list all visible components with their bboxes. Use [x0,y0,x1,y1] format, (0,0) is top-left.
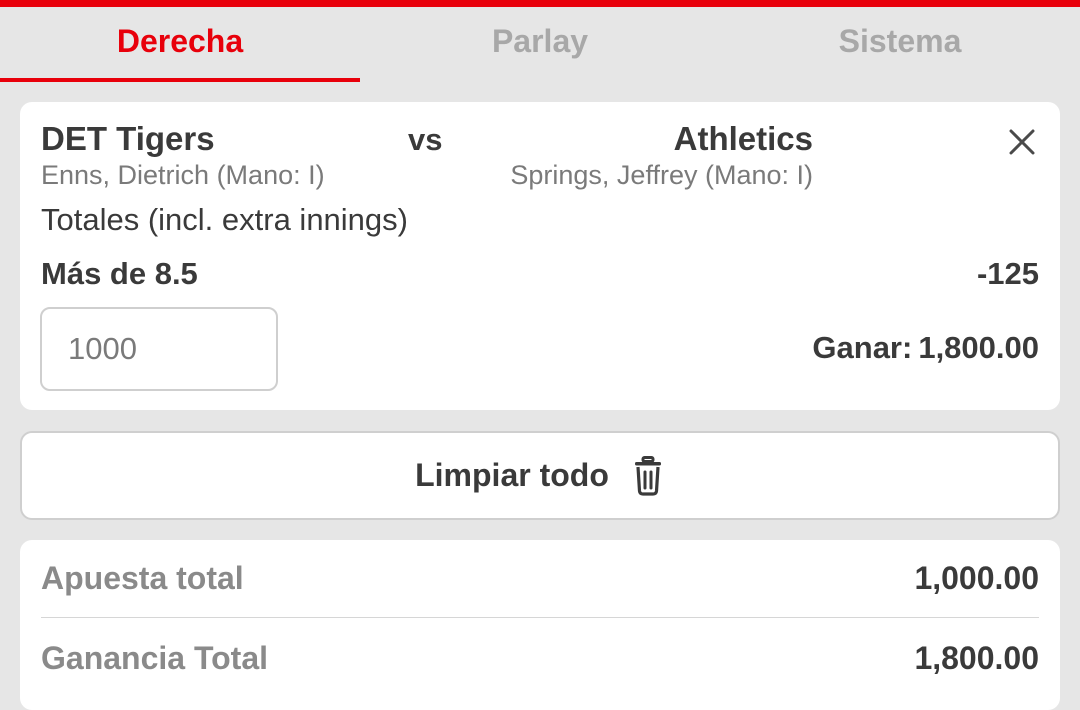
total-stake-row: Apuesta total 1,000.00 [41,540,1039,618]
total-win-row: Ganancia Total 1,800.00 [41,619,1039,697]
tab-parlay[interactable]: Parlay [360,7,720,82]
close-icon[interactable] [1006,126,1038,158]
win-value: 1,800.00 [918,330,1039,365]
top-accent-bar [0,0,1080,7]
total-win-label: Ganancia Total [41,639,269,676]
total-stake-value: 1,000.00 [914,560,1039,596]
trash-icon [631,455,665,496]
total-win-value: 1,800.00 [914,639,1039,676]
odds-value: -125 [976,256,1039,291]
bet-summary: Apuesta total 1,000.00 Ganancia Total 1,… [20,540,1060,710]
away-pitcher: Springs, Jeffrey (Mano: I) [510,160,813,190]
away-team-name: Athletics [673,120,813,157]
vs-label: vs [408,122,443,157]
selection-name: Más de 8.5 [41,256,198,291]
stake-input[interactable] [40,307,278,391]
tab-derecha[interactable]: Derecha [0,7,360,82]
market-name: Totales (incl. extra innings) [41,202,408,237]
clear-all-button[interactable]: Limpiar todo [20,431,1060,520]
bet-slip-card: DET Tigers vs Athletics Enns, Dietrich (… [20,102,1060,410]
total-stake-label: Apuesta total [41,560,244,596]
clear-all-label: Limpiar todo [415,457,609,493]
home-pitcher: Enns, Dietrich (Mano: I) [41,160,325,190]
win-label: Ganar: [812,330,913,365]
home-team-name: DET Tigers [41,120,215,157]
bet-type-tabs: Derecha Parlay Sistema [0,7,1080,82]
tab-sistema[interactable]: Sistema [720,7,1080,82]
potential-win: Ganar: 1,800.00 [812,330,1039,366]
